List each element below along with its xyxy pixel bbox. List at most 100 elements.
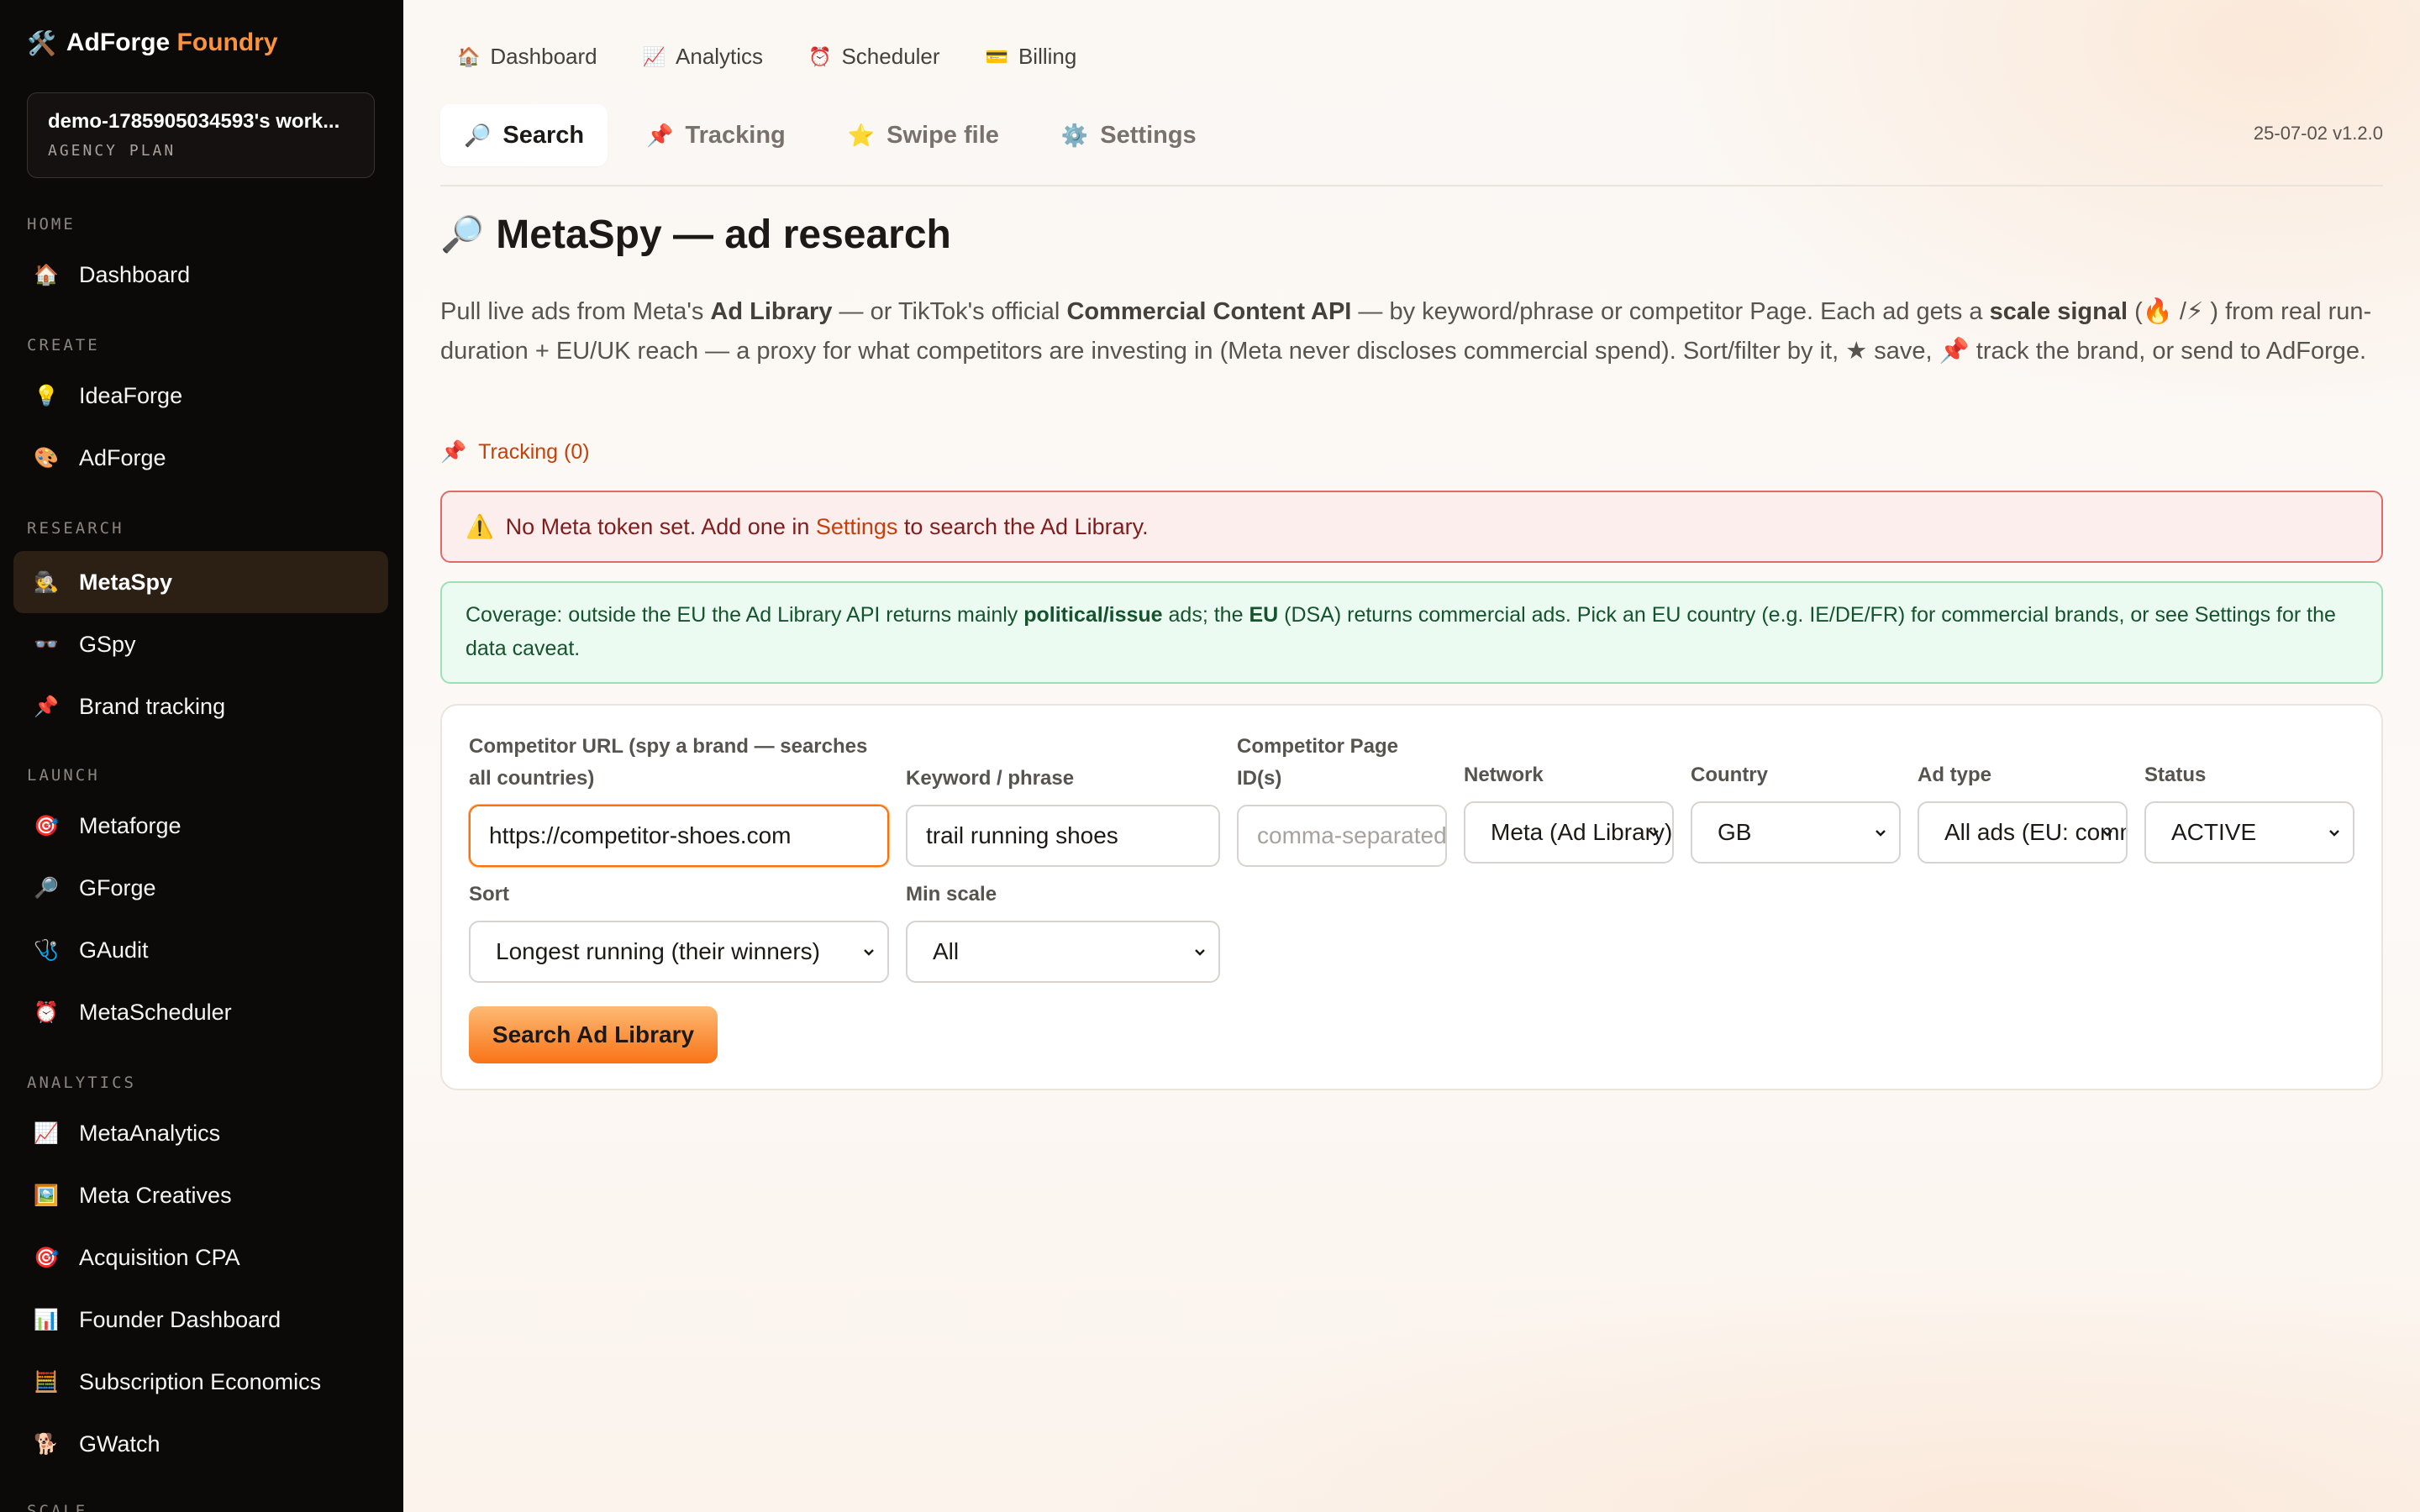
top-nav: 🏠 Dashboard 📈 Analytics ⏰ Scheduler 💳 Bi… [457, 44, 1076, 70]
status-select[interactable]: ACTIVE [2144, 801, 2354, 864]
tab-tracking[interactable]: 📌 Tracking [623, 104, 809, 166]
pushpin-icon: 📌 [34, 695, 59, 718]
tab-label: Settings [1100, 121, 1197, 149]
sidebar-item-gaudit[interactable]: 🩺 GAudit [13, 919, 388, 981]
intro-part: Pull live ads from Meta's [440, 298, 711, 325]
sidebar-item-metaforge[interactable]: 🎯 Metaforge [13, 795, 388, 857]
sidebar-item-adforge[interactable]: 🎨 AdForge [13, 427, 388, 489]
sidebar-item-label: MetaSpy [79, 569, 173, 595]
notice-text-part: ads; the [1162, 603, 1249, 627]
sidebar-item-meta-creatives[interactable]: 🖼️ Meta Creatives [13, 1164, 388, 1226]
page-ids-input[interactable]: comma-separated [1237, 805, 1447, 867]
chart-up-icon: 📈 [34, 1121, 59, 1145]
tab-settings[interactable]: ⚙️ Settings [1038, 104, 1220, 166]
coverage-notice: Coverage: outside the EU the Ad Library … [440, 581, 2383, 684]
target-icon: 🎯 [34, 814, 59, 837]
main-content: 🏠 Dashboard 📈 Analytics ⏰ Scheduler 💳 Bi… [403, 0, 2420, 1512]
sidebar-item-dashboard[interactable]: 🏠 Dashboard [13, 244, 388, 306]
workspace-switcher[interactable]: demo-1785905034593's work... AGENCY PLAN [27, 92, 375, 178]
min-scale-label: Min scale [906, 883, 997, 906]
sidebar-item-metascheduler[interactable]: ⏰ MetaScheduler [13, 981, 388, 1043]
alert-text-part: to search the Ad Library. [897, 513, 1149, 539]
brand-name: AdForge [66, 29, 171, 56]
chevron-down-icon [1195, 949, 1205, 956]
country-label: Country [1691, 764, 1768, 786]
keyword-label: Keyword / phrase [906, 767, 1075, 790]
sidebar-item-metaspy[interactable]: 🕵️ MetaSpy [13, 551, 388, 613]
settings-link[interactable]: Settings [816, 514, 898, 539]
glasses-icon: 👓 [34, 633, 59, 656]
version-label: 25-07-02 v1.2.0 [2253, 123, 2383, 144]
sort-select[interactable]: Longest running (their winners) [469, 921, 889, 983]
credit-card-icon: 💳 [985, 45, 1008, 67]
page-title-text: MetaSpy — ad research [496, 213, 951, 257]
stethoscope-icon: 🩺 [34, 938, 59, 962]
ad-type-select[interactable]: All ads (EU: commercial) [1918, 801, 2128, 864]
sidebar-item-label: MetaAnalytics [79, 1120, 221, 1146]
sidebar-item-label: Metaforge [79, 812, 182, 838]
tab-label: Search [502, 121, 585, 149]
chevron-down-icon [864, 949, 874, 956]
intro-part: — by keyword/phrase or competitor Page. … [1351, 298, 1990, 325]
network-select[interactable]: Meta (Ad Library) [1464, 801, 1674, 864]
tab-swipe-file[interactable]: ⭐ Swipe file [824, 104, 1023, 166]
pushpin-icon: 📌 [440, 440, 467, 464]
abacus-icon: 🧮 [34, 1370, 59, 1394]
notice-text-part: Coverage: outside the EU the Ad Library … [466, 603, 1024, 627]
topnav-billing[interactable]: 💳 Billing [986, 44, 1077, 70]
sidebar-item-label: Acquisition CPA [79, 1244, 240, 1270]
alarm-clock-icon: ⏰ [34, 1000, 59, 1024]
sort-label: Sort [469, 883, 509, 906]
page-title: 🔎 MetaSpy — ad research [440, 212, 951, 258]
topnav-analytics[interactable]: 📈 Analytics [643, 44, 763, 70]
sidebar-item-ideaforge[interactable]: 💡 IdeaForge [13, 365, 388, 427]
search-form-card: Competitor URL (spy a brand — searches a… [440, 704, 2383, 1090]
nav-section-analytics: ANALYTICS [27, 1074, 136, 1092]
page-ids-label: Competitor Page ID(s) [1237, 735, 1399, 790]
house-icon: 🏠 [457, 45, 481, 67]
sidebar-item-founder-dashboard[interactable]: 📊 Founder Dashboard [13, 1289, 388, 1351]
keyword-input[interactable]: trail running shoes [906, 805, 1220, 867]
sidebar: 🛠️ AdForge Foundry demo-1785905034593's … [0, 0, 403, 1512]
notice-bold: EU [1249, 603, 1279, 627]
topnav-label: Dashboard [490, 44, 597, 69]
search-ad-library-button[interactable]: Search Ad Library [469, 1006, 718, 1063]
nav-section-home: HOME [27, 215, 76, 234]
competitor-url-input[interactable]: https://competitor-shoes.com [469, 805, 889, 867]
tab-search[interactable]: 🔎 Search [440, 104, 608, 166]
sidebar-item-label: GAudit [79, 937, 149, 963]
sidebar-item-subscription-economics[interactable]: 🧮 Subscription Economics [13, 1351, 388, 1413]
sidebar-item-label: MetaScheduler [79, 999, 232, 1025]
dog-icon: 🐕 [34, 1432, 59, 1456]
star-icon: ⭐ [847, 122, 876, 148]
picture-icon: 🖼️ [34, 1184, 59, 1207]
sidebar-item-gforge[interactable]: 🔎 GForge [13, 857, 388, 919]
tab-label: Swipe file [886, 121, 999, 149]
chevron-down-icon [1649, 830, 1659, 837]
bar-chart-icon: 📊 [34, 1308, 59, 1331]
status-value: ACTIVE [2171, 819, 2257, 845]
sidebar-item-metaanalytics[interactable]: 📈 MetaAnalytics [13, 1102, 388, 1164]
sidebar-item-gspy[interactable]: 👓 GSpy [13, 613, 388, 675]
tracking-link[interactable]: 📌 Tracking (0) [440, 440, 590, 465]
topnav-label: Analytics [676, 44, 764, 69]
sort-value: Longest running (their winners) [496, 938, 820, 964]
topnav-dashboard[interactable]: 🏠 Dashboard [457, 44, 597, 70]
magnifier-icon: 🔎 [440, 214, 485, 254]
sidebar-item-label: GForge [79, 874, 156, 900]
house-icon: 🏠 [34, 263, 59, 286]
sidebar-item-gwatch[interactable]: 🐕 GWatch [13, 1413, 388, 1475]
sidebar-item-label: GSpy [79, 631, 136, 657]
sidebar-item-label: AdForge [79, 444, 166, 470]
chevron-down-icon [2329, 830, 2339, 837]
topnav-scheduler[interactable]: ⏰ Scheduler [808, 44, 939, 70]
sidebar-item-acquisition-cpa[interactable]: 🎯 Acquisition CPA [13, 1226, 388, 1289]
alert-text-part: No Meta token set. Add one in [505, 513, 816, 539]
divider [440, 185, 2383, 186]
sidebar-item-label: Dashboard [79, 261, 191, 287]
min-scale-select[interactable]: All [906, 921, 1220, 983]
country-select[interactable]: GB [1691, 801, 1901, 864]
sidebar-item-brand-tracking[interactable]: 📌 Brand tracking [13, 675, 388, 738]
brand-logo[interactable]: 🛠️ AdForge Foundry [27, 29, 278, 57]
brand-accent: Foundry [176, 29, 278, 56]
